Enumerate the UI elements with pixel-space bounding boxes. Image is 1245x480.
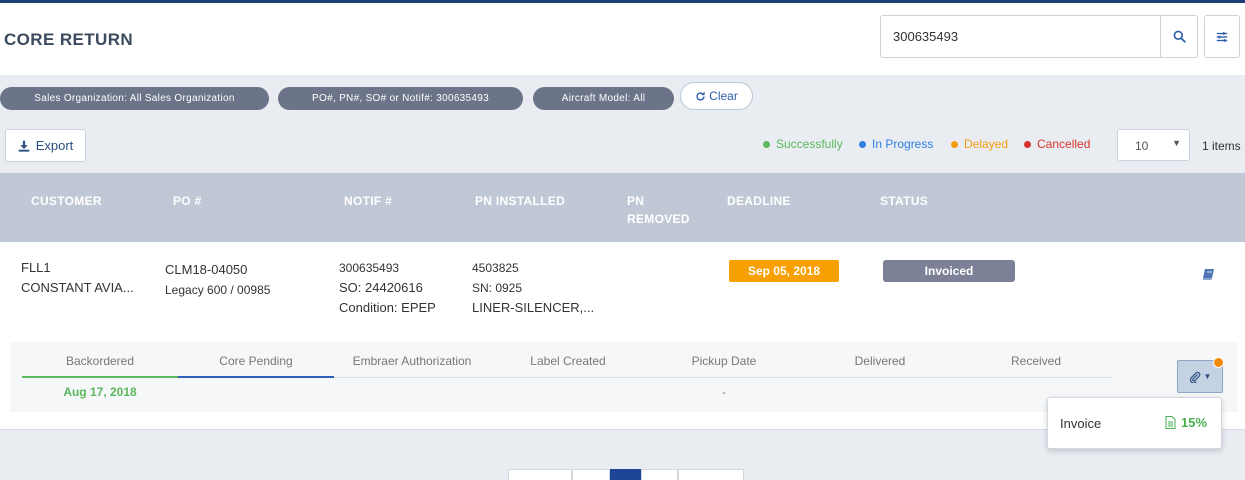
tracker-segment-current	[178, 376, 334, 378]
legend-successfully: Successfully	[763, 137, 843, 151]
search-box	[880, 15, 1198, 58]
so-number: SO: 24420616	[339, 280, 423, 295]
pagination-page[interactable]	[641, 469, 678, 480]
col-deadline[interactable]: DEADLINE	[727, 192, 791, 210]
filter-settings-button[interactable]	[1204, 15, 1240, 58]
book-icon[interactable]	[1202, 268, 1216, 286]
filter-chip-aircraft-model[interactable]: Aircraft Model: All	[533, 87, 674, 110]
caret-down-icon: ▼	[1203, 372, 1212, 381]
col-po[interactable]: PO #	[173, 192, 202, 210]
status-dot-icon	[951, 140, 958, 148]
pn-number: 4503825	[472, 261, 519, 275]
tracker-segment-complete	[22, 376, 178, 378]
deadline-badge: Sep 05, 2018	[729, 260, 839, 282]
col-customer[interactable]: CUSTOMER	[31, 192, 102, 210]
popover-item-invoice[interactable]: Invoice	[1060, 416, 1101, 431]
customer-name: CONSTANT AVIA...	[21, 280, 134, 295]
customer-code: FLL1	[21, 260, 51, 275]
pagination-prev[interactable]	[508, 469, 572, 480]
part-description: LINER-SILENCER,...	[472, 300, 595, 315]
page-title: CORE RETURN	[4, 30, 134, 49]
invoice-progress: 15%	[1165, 415, 1207, 430]
legend-cancelled: Cancelled	[1024, 137, 1090, 151]
notif-number: 300635493	[339, 261, 400, 275]
col-notif[interactable]: NOTIF #	[344, 192, 392, 210]
search-icon	[1173, 30, 1186, 43]
download-icon	[18, 140, 29, 152]
step-core-pending: Core Pending	[219, 354, 293, 368]
refresh-icon	[696, 91, 705, 101]
invoice-progress-label: 15%	[1181, 415, 1208, 430]
col-status[interactable]: STATUS	[880, 192, 928, 210]
step-embraer-authorization: Embraer Authorization	[352, 354, 472, 368]
export-button[interactable]: Export	[5, 129, 86, 162]
page-header: CORE RETURN	[0, 3, 1245, 75]
po-number: CLM18-04050	[165, 262, 248, 277]
export-label: Export	[35, 138, 74, 153]
legend-delayed: Delayed	[951, 137, 1008, 151]
condition: Condition: EPEP	[339, 300, 436, 315]
caret-down-icon: ▼	[1172, 138, 1181, 148]
status-badge: Invoiced	[883, 260, 1015, 282]
pagination-next[interactable]	[678, 469, 744, 480]
clear-label: Clear	[709, 89, 738, 103]
filter-chip-search[interactable]: PO#, PN#, SO# or Notif#: 300635493	[278, 87, 523, 110]
po-detail: Legacy 600 / 00985	[165, 283, 271, 297]
pagination-page[interactable]	[572, 469, 610, 480]
page-size-select[interactable]: 10 ▼	[1117, 129, 1190, 161]
pagination-page-active[interactable]	[610, 469, 641, 480]
attachments-popover: Invoice 15%	[1047, 397, 1222, 449]
serial-number: SN: 0925	[472, 281, 523, 295]
items-count: 1 items	[1202, 139, 1241, 153]
paperclip-icon	[1189, 371, 1200, 383]
step-backordered: Backordered	[65, 354, 135, 368]
table-header: CUSTOMER PO # NOTIF # PN INSTALLED PN RE…	[0, 173, 1245, 242]
status-dot-icon	[1024, 140, 1031, 148]
step-received: Received	[1010, 354, 1062, 368]
clear-filters-button[interactable]: Clear	[680, 82, 753, 110]
pagination	[508, 469, 744, 480]
step-backordered-date: Aug 17, 2018	[63, 385, 137, 399]
step-delivered: Delivered	[854, 354, 906, 368]
file-icon	[1165, 416, 1176, 429]
search-input[interactable]	[881, 16, 1161, 57]
filter-chip-sales-org[interactable]: Sales Organization: All Sales Organizati…	[0, 87, 269, 110]
step-pickup-date-value: -	[722, 385, 726, 399]
legend-in-progress: In Progress	[859, 137, 933, 151]
status-dot-icon	[763, 140, 770, 148]
search-button[interactable]	[1160, 16, 1197, 57]
step-label-created: Label Created	[530, 354, 606, 368]
status-dot-icon	[859, 140, 866, 148]
notification-dot	[1213, 357, 1224, 368]
step-pickup-date: Pickup Date	[691, 354, 757, 368]
col-pn-installed[interactable]: PN INSTALLED	[475, 192, 565, 210]
col-pn-removed[interactable]: PN REMOVED	[627, 192, 697, 228]
sliders-icon	[1216, 31, 1228, 42]
